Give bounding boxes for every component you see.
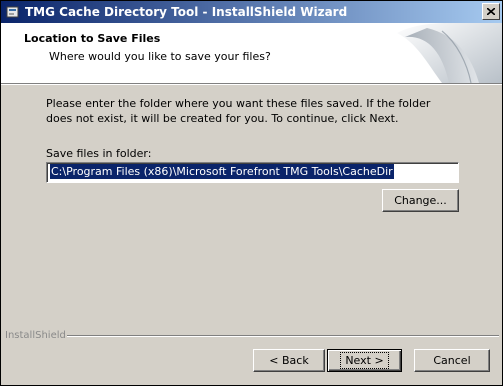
header-title: Location to Save Files (24, 32, 161, 45)
folder-path-value: C:\Program Files (x86)\Microsoft Forefro… (50, 164, 394, 179)
footer-divider (67, 335, 499, 337)
installer-icon (6, 6, 19, 18)
page-curl-graphic (397, 23, 502, 83)
close-button[interactable] (482, 3, 500, 20)
title-bar[interactable]: TMG Cache Directory Tool - InstallShield… (1, 1, 502, 23)
installshield-brand: InstallShield (5, 330, 66, 341)
back-button[interactable]: < Back (253, 349, 325, 372)
next-button-label: Next > (340, 352, 389, 369)
change-button[interactable]: Change... (382, 189, 459, 212)
close-icon (487, 8, 495, 15)
window-title: TMG Cache Directory Tool - InstallShield… (25, 5, 348, 19)
instructions-text: Please enter the folder where you want t… (46, 97, 431, 125)
wizard-header: Location to Save Files Where would you l… (1, 23, 502, 84)
next-button[interactable]: Next > (327, 349, 402, 372)
installshield-wizard-window: TMG Cache Directory Tool - InstallShield… (0, 0, 503, 386)
save-folder-label: Save files in folder: (46, 147, 152, 160)
header-subtitle: Where would you like to save your files? (49, 50, 271, 63)
folder-path-field[interactable]: C:\Program Files (x86)\Microsoft Forefro… (46, 162, 459, 183)
cancel-button[interactable]: Cancel (414, 349, 490, 372)
